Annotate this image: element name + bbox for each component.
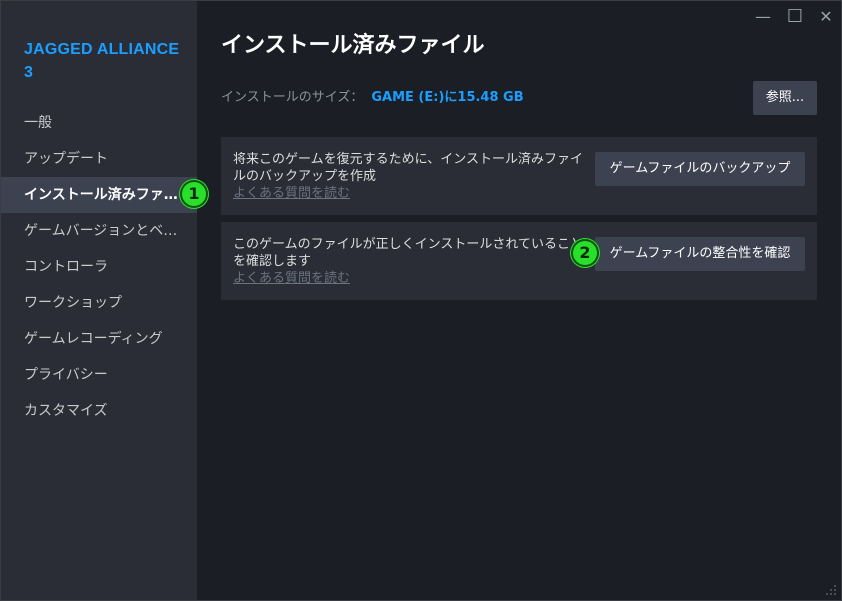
maximize-icon: ☐	[786, 6, 804, 27]
sidebar-item-game-versions[interactable]: ゲームバージョンとベ…	[1, 213, 197, 249]
minimize-button[interactable]: —	[750, 5, 776, 29]
install-size-row: インストールのサイズ： GAME (E:)に15.48 GB	[221, 89, 524, 107]
verify-description-text: このゲームのファイルが正しくインストールされていることを確認します	[233, 237, 583, 269]
backup-description-text: 将来このゲームを復元するために、インストール済みファイルのバックアップを作成	[233, 152, 583, 184]
sidebar-item-general[interactable]: 一般	[1, 105, 197, 141]
backup-panel: 将来このゲームを復元するために、インストール済みファイルのバックアップを作成 よ…	[221, 137, 817, 215]
sidebar-item-controller[interactable]: コントローラ	[1, 249, 197, 285]
browse-button[interactable]: 参照...	[753, 81, 817, 115]
close-icon: ✕	[819, 7, 833, 26]
maximize-button[interactable]: ☐	[782, 5, 808, 29]
sidebar: JAGGED ALLIANCE 3 一般 アップデート インストール済みファ… …	[1, 1, 197, 600]
sidebar-item-game-recording[interactable]: ゲームレコーディング	[1, 321, 197, 357]
verify-faq-link[interactable]: よくある質問を読む	[233, 270, 589, 287]
app-title: JAGGED ALLIANCE 3	[24, 41, 180, 81]
verify-panel: このゲームのファイルが正しくインストールされていることを確認します よくある質問…	[221, 222, 817, 300]
sidebar-item-installed-files[interactable]: インストール済みファ…	[1, 177, 197, 213]
annotation-marker-1: 1	[182, 182, 206, 206]
minimize-icon: —	[755, 7, 771, 26]
backup-game-files-button[interactable]: ゲームファイルのバックアップ	[595, 152, 805, 186]
resize-grip-icon[interactable]	[825, 584, 837, 596]
sidebar-item-customize[interactable]: カスタマイズ	[1, 393, 197, 429]
verify-description: このゲームのファイルが正しくインストールされていることを確認します よくある質問…	[233, 236, 589, 287]
settings-window: JAGGED ALLIANCE 3 一般 アップデート インストール済みファ… …	[0, 0, 842, 601]
page-title: インストール済みファイル	[221, 33, 485, 58]
install-size-label: インストールのサイズ：	[221, 90, 364, 105]
close-button[interactable]: ✕	[813, 5, 839, 29]
annotation-marker-2: 2	[573, 241, 597, 265]
backup-description: 将来このゲームを復元するために、インストール済みファイルのバックアップを作成 よ…	[233, 151, 589, 202]
install-size-value: GAME (E:)に15.48 GB	[371, 90, 524, 105]
verify-integrity-button[interactable]: ゲームファイルの整合性を確認	[595, 237, 805, 271]
backup-faq-link[interactable]: よくある質問を読む	[233, 185, 589, 202]
sidebar-item-privacy[interactable]: プライバシー	[1, 357, 197, 393]
sidebar-nav: 一般 アップデート インストール済みファ… ゲームバージョンとベ… コントローラ…	[1, 105, 197, 429]
sidebar-item-workshop[interactable]: ワークショップ	[1, 285, 197, 321]
sidebar-item-updates[interactable]: アップデート	[1, 141, 197, 177]
